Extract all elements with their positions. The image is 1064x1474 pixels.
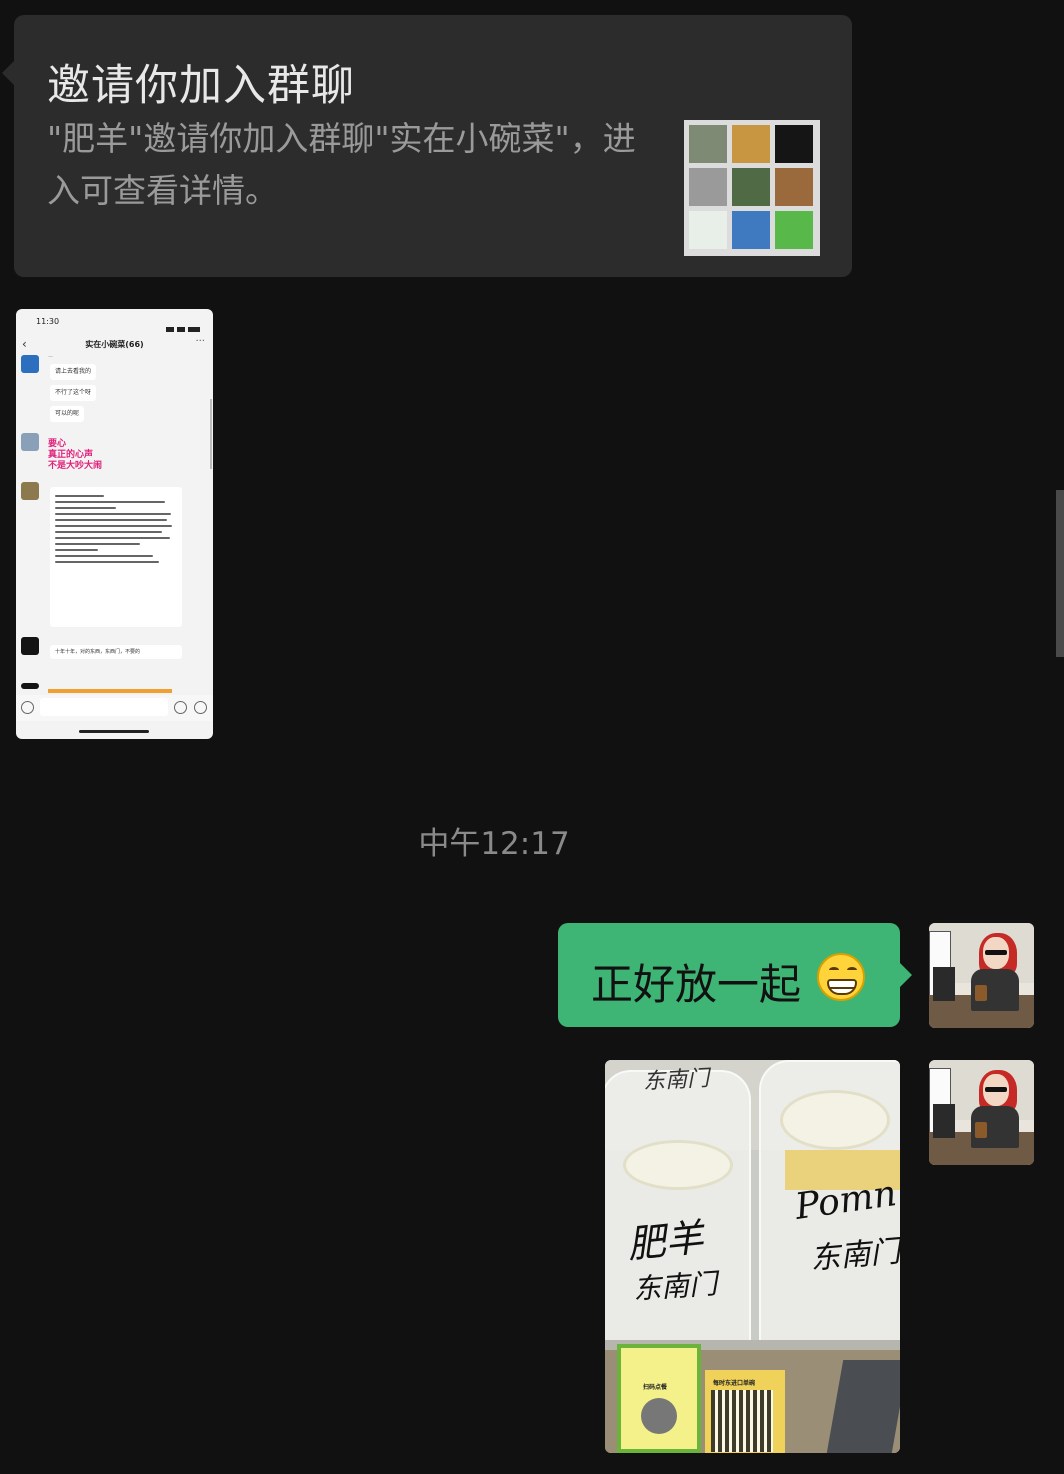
group-invite-card[interactable]: 邀请你加入群聊 "肥羊"邀请你加入群聊"实在小碗菜"，进入可查看详情。	[2, 15, 852, 277]
screenshot-status-time: 11:30	[36, 317, 60, 326]
grinning-face-emoji-icon	[817, 953, 865, 1001]
sent-photo-message[interactable]: 东南门 肥羊 东南门 Pomn 东南门 扫码点餐 每时东进口单碗	[605, 1060, 900, 1453]
group-member-avatar	[732, 125, 770, 163]
handwritten-label: 肥羊	[625, 1215, 706, 1267]
plus-icon	[194, 701, 207, 714]
sent-text: 正好放一起	[591, 960, 802, 1009]
invite-title: 邀请你加入群聊	[47, 61, 355, 111]
sent-text-bubble[interactable]: 正好放一起	[558, 923, 912, 1027]
group-member-avatar	[689, 125, 727, 163]
group-member-avatar	[732, 211, 770, 249]
my-avatar[interactable]	[929, 923, 1034, 1028]
qr-sign: 每时东进口单碗	[705, 1370, 785, 1453]
qr-code	[711, 1390, 773, 1452]
orange-highlight	[48, 689, 172, 693]
group-member-avatar	[732, 168, 770, 206]
screenshot-chat-title: 实在小碗菜(66)	[85, 340, 144, 349]
emoji-icon	[174, 701, 187, 714]
order-sign: 扫码点餐	[617, 1344, 701, 1453]
my-avatar[interactable]	[929, 1060, 1034, 1165]
invite-description: "肥羊"邀请你加入群聊"实在小碗菜"，进入可查看详情。	[47, 119, 636, 210]
handwritten-label: 东南门	[808, 1234, 900, 1277]
member-avatar	[21, 355, 39, 373]
screenshot-bubble: 十年十年，对的东西，东西门，不要的	[50, 645, 182, 659]
group-member-avatar	[775, 125, 813, 163]
screenshot-input-bar	[16, 695, 213, 721]
group-member-avatar	[775, 211, 813, 249]
screenshot-scrollbar	[210, 399, 212, 469]
handwritten-label: 东南门	[642, 1066, 710, 1095]
member-avatar	[21, 637, 39, 655]
screenshot-bubble: 请上去看我的	[50, 364, 97, 380]
screenshot-image-message[interactable]: 11:30 ‹ 实在小碗菜(66) ··· — 请上去看我的 不行了这个呀 可以…	[16, 309, 213, 739]
status-icons	[163, 319, 203, 332]
member-avatar	[21, 482, 39, 500]
member-avatar	[21, 433, 39, 451]
home-indicator	[79, 730, 149, 733]
chat-scrollbar[interactable]	[1056, 490, 1064, 657]
screenshot-input-box	[40, 698, 168, 716]
screenshot-bubble: 可以的呢	[50, 406, 85, 422]
group-member-avatar	[775, 168, 813, 206]
screenshot-red-text: 要心 真正的心声 不是大吵大闹	[48, 439, 103, 471]
mini-program-code	[641, 1398, 677, 1434]
group-avatar-grid	[684, 120, 820, 256]
voice-icon	[21, 701, 34, 714]
group-member-avatar	[689, 211, 727, 249]
message-timestamp: 中午12:17	[418, 826, 570, 862]
screenshot-bubble: 不行了这个呀	[50, 385, 97, 401]
group-member-avatar	[689, 168, 727, 206]
member-avatar	[21, 683, 39, 689]
member-name: —	[48, 354, 53, 360]
more-icon: ···	[195, 336, 205, 347]
handwritten-label: 东南门	[632, 1267, 719, 1306]
screenshot-long-text-bubble	[50, 487, 182, 627]
